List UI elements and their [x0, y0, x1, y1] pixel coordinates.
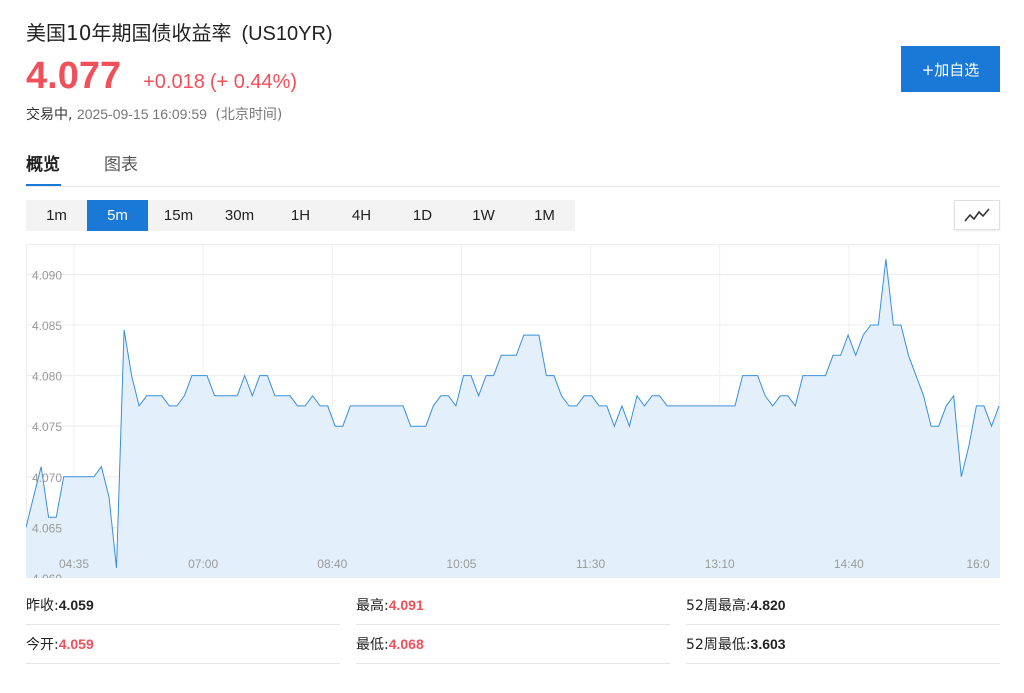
change-value: +0.018: [143, 71, 205, 93]
stat-open: 今开: 4.059: [26, 625, 340, 664]
stat-value: 4.820: [750, 597, 786, 613]
x-tick-label: 04:35: [59, 557, 89, 571]
page-title: 美国10年期国债收益率 (US10YR): [26, 17, 333, 46]
quote-timestamp: 2025-09-15 16:09:59: [76, 106, 207, 122]
stat-label: 最低:: [356, 637, 389, 653]
tab-chart[interactable]: 图表: [104, 150, 138, 187]
period-30m[interactable]: 30m: [209, 200, 270, 231]
stat-value: 4.091: [388, 597, 424, 613]
stat-label: 今开:: [26, 637, 59, 653]
y-tick-label: 4.065: [32, 521, 62, 535]
period-1d[interactable]: 1D: [392, 200, 453, 231]
stats-row: 今开: 4.059 最低: 4.068 52周最低: 3.603: [26, 625, 1000, 664]
stats-table: 昨收: 4.059 最高: 4.091 52周最高: 4.820 今开: 4.059 最…: [26, 586, 1000, 664]
period-4h[interactable]: 4H: [331, 200, 392, 231]
stat-52w-high: 52周最高: 4.820: [686, 586, 1000, 625]
chart-type-button[interactable]: [954, 200, 1000, 230]
quote-row: 4.077 +0.018 (+ 0.44%): [26, 55, 297, 98]
stat-52w-low: 52周最低: 3.603: [686, 625, 1000, 664]
stat-prev-close: 昨收: 4.059: [26, 586, 340, 625]
line-chart-icon: [964, 208, 990, 222]
stat-label: 52周最低:: [686, 637, 751, 653]
stat-value: 3.603: [750, 636, 786, 652]
y-tick-label: 4.070: [32, 471, 62, 485]
tab-overview[interactable]: 概览: [26, 150, 61, 187]
stats-row: 昨收: 4.059 最高: 4.091 52周最高: 4.820: [26, 586, 1000, 625]
last-price: 4.077: [26, 55, 122, 97]
stat-high: 最高: 4.091: [356, 586, 670, 625]
x-tick-label: 07:00: [188, 557, 218, 571]
stat-value: 4.068: [388, 636, 424, 652]
series-area: [26, 259, 999, 578]
period-5m[interactable]: 5m: [87, 200, 148, 231]
period-selector: 1m 5m 15m 30m 1H 4H 1D 1W 1M: [26, 200, 575, 231]
instrument-symbol: (US10YR): [241, 23, 333, 45]
period-1m[interactable]: 1m: [26, 200, 87, 231]
period-1w[interactable]: 1W: [453, 200, 514, 231]
period-15m[interactable]: 15m: [148, 200, 209, 231]
x-tick-label: 13:10: [705, 557, 735, 571]
y-tick-label: 4.060: [32, 572, 62, 578]
tab-divider: [26, 186, 1000, 187]
stat-value: 4.059: [58, 597, 94, 613]
stat-label: 52周最高:: [686, 598, 751, 614]
timezone-label: (北京时间): [215, 107, 283, 123]
x-tick-label: 14:40: [834, 557, 864, 571]
stat-label: 最高:: [356, 598, 389, 614]
y-tick-label: 4.085: [32, 319, 62, 333]
stat-label: 昨收:: [26, 598, 59, 614]
x-tick-label: 16:0: [966, 557, 990, 571]
price-chart: 4.060 4.065 4.070 4.075 4.080 4.085 4.090 04:35…: [26, 244, 1000, 578]
y-tick-label: 4.080: [32, 370, 62, 384]
trading-status: 交易中, 2025-09-15 16:09:59 (北京时间): [26, 104, 282, 124]
instrument-name: 美国10年期国债收益率: [26, 21, 232, 45]
x-tick-label: 10:05: [446, 557, 476, 571]
price-chart-svg: 4.060 4.065 4.070 4.075 4.080 4.085 4.090 04:35…: [26, 244, 1000, 578]
x-tick-label: 11:30: [576, 557, 605, 571]
period-1h[interactable]: 1H: [270, 200, 331, 231]
tab-bar: 概览 图表: [26, 150, 182, 187]
change-percent: (+ 0.44%): [209, 71, 298, 93]
x-tick-label: 08:40: [317, 557, 347, 571]
y-tick-label: 4.090: [32, 268, 62, 282]
price-change: +0.018 (+ 0.44%): [143, 71, 297, 94]
add-to-watchlist-button[interactable]: +加自选: [901, 46, 1000, 92]
stat-low: 最低: 4.068: [356, 625, 670, 664]
period-1mo[interactable]: 1M: [514, 200, 575, 231]
status-text: 交易中,: [26, 107, 73, 123]
y-tick-label: 4.075: [32, 420, 62, 434]
stat-value: 4.059: [58, 636, 94, 652]
